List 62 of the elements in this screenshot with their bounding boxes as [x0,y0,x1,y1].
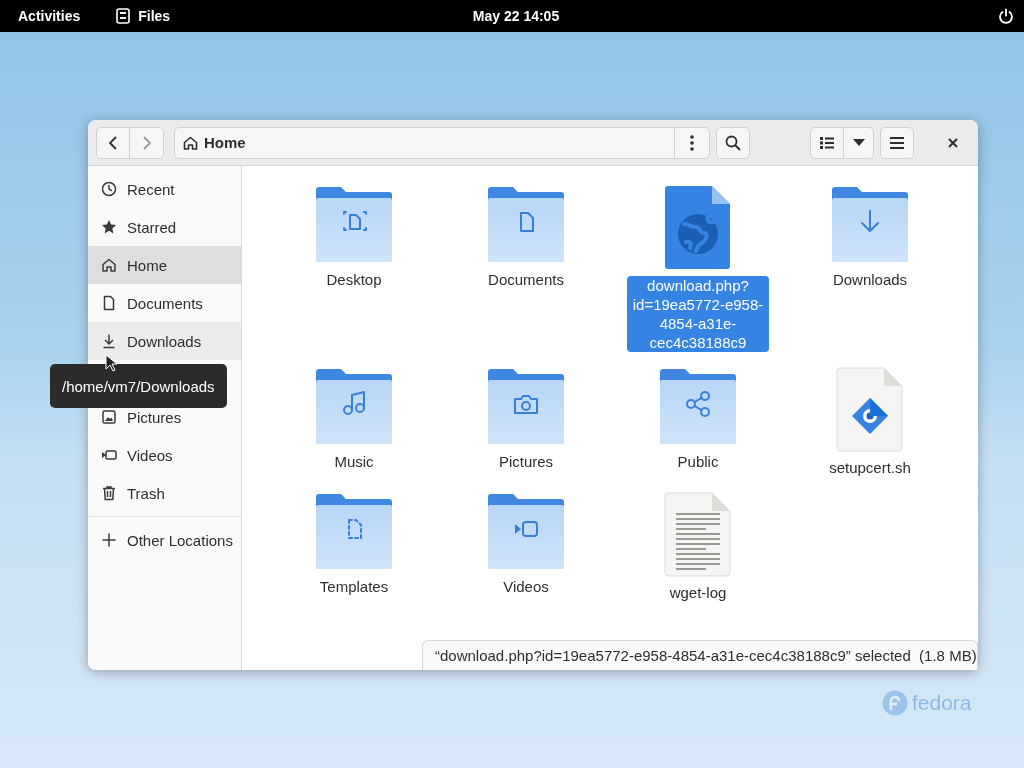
script-file-icon [836,366,904,452]
text-file-icon [664,491,732,577]
file-cabinet-icon [116,8,131,24]
templates-folder-icon [314,491,394,571]
home-icon [101,257,117,273]
file-name[interactable]: wget-log [665,583,731,602]
sidebar-item[interactable]: Starred [88,208,241,246]
list-icon [820,136,834,149]
status-bar: “download.php?id=19ea5772-e958-4854-a31e-cec4c38188c9” selected (1.8 MB) [422,640,978,670]
sidebar-item[interactable]: Other Locations [88,521,241,559]
file-name[interactable]: setupcert.sh [825,458,915,477]
power-icon[interactable] [998,8,1014,24]
sidebar-item[interactable]: Documents [88,284,241,322]
app-menu[interactable]: Files [138,8,171,24]
search-icon [725,134,741,151]
documents-folder-icon [486,184,566,264]
tooltip: /home/vm7/Downloads [50,364,227,408]
close-icon [948,137,958,148]
chevron-left-icon [108,135,118,150]
sidebar-item[interactable]: Downloads [88,322,241,360]
search-button[interactable] [716,126,750,159]
star-icon [101,219,117,235]
plus-icon [101,532,117,548]
file-name[interactable]: Templates [315,577,393,596]
document-icon [101,295,117,311]
file-name[interactable]: download.php? id=19ea5772-e958- 4854-a31e- cec4c38188c9 [626,276,770,352]
desktop-folder-icon [314,184,394,264]
file-name[interactable]: Music [330,452,378,471]
pictures-folder-icon [486,366,566,446]
file-name[interactable]: Documents [484,270,568,289]
list-view-button[interactable] [810,126,844,159]
shared-folder-icon [658,366,738,446]
clock-icon [101,181,117,197]
caret-icon [852,139,865,146]
main-menu-button[interactable] [880,126,914,159]
video-camera-icon [101,447,117,463]
menu-icon [890,136,904,149]
videos-folder-icon [486,491,566,571]
sidebar-item[interactable]: Recent [88,170,241,208]
view-options-button[interactable] [844,126,874,159]
download-icon [101,333,117,349]
file-name[interactable]: Pictures [494,452,558,471]
file-name[interactable]: Downloads [828,270,912,289]
downloads-folder-icon [830,184,910,264]
web-document-icon [664,184,732,270]
back-button[interactable] [96,126,130,159]
sidebar-item[interactable]: Videos [88,436,241,474]
file-name[interactable]: Videos [499,577,553,596]
sidebar-item[interactable]: Trash [88,474,241,512]
brand-logo: fedora [912,691,972,715]
trash-icon [101,485,117,501]
mouse-pointer-icon [105,354,117,372]
clock[interactable]: May 22 14:05 [472,8,560,24]
file-name[interactable]: Public [673,452,723,471]
music-folder-icon [314,366,394,446]
chevron-right-icon [141,135,152,150]
file-name[interactable]: Desktop [322,270,386,289]
sidebar-item[interactable]: Home [88,246,241,284]
home-icon [183,135,198,150]
activities-button[interactable]: Activities [18,8,81,24]
image-icon [101,409,117,425]
kebab-menu-icon [690,134,694,151]
